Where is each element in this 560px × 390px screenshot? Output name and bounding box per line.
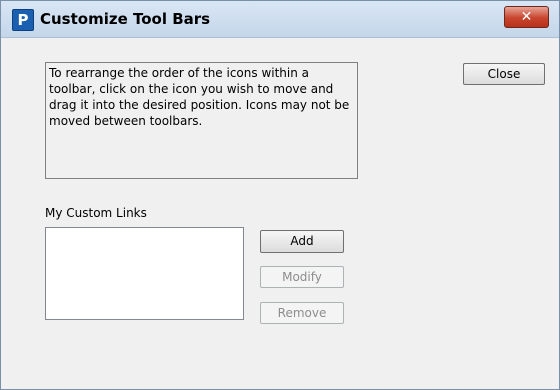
title-bar[interactable]: P Customize Tool Bars ✕ [1, 1, 559, 38]
window-close-icon[interactable]: ✕ [504, 6, 549, 28]
window-title: Customize Tool Bars [40, 10, 211, 28]
custom-links-label: My Custom Links [45, 206, 147, 220]
app-logo-icon: P [12, 9, 34, 31]
customize-toolbars-dialog: P Customize Tool Bars ✕ To rearrange the… [0, 0, 560, 390]
dialog-body: To rearrange the order of the icons with… [9, 38, 551, 381]
instructions-text: To rearrange the order of the icons with… [45, 62, 358, 179]
custom-links-list[interactable] [45, 227, 244, 320]
remove-button[interactable]: Remove [260, 302, 344, 324]
modify-button[interactable]: Modify [260, 266, 344, 288]
add-button[interactable]: Add [260, 230, 344, 253]
close-button[interactable]: Close [463, 63, 545, 85]
